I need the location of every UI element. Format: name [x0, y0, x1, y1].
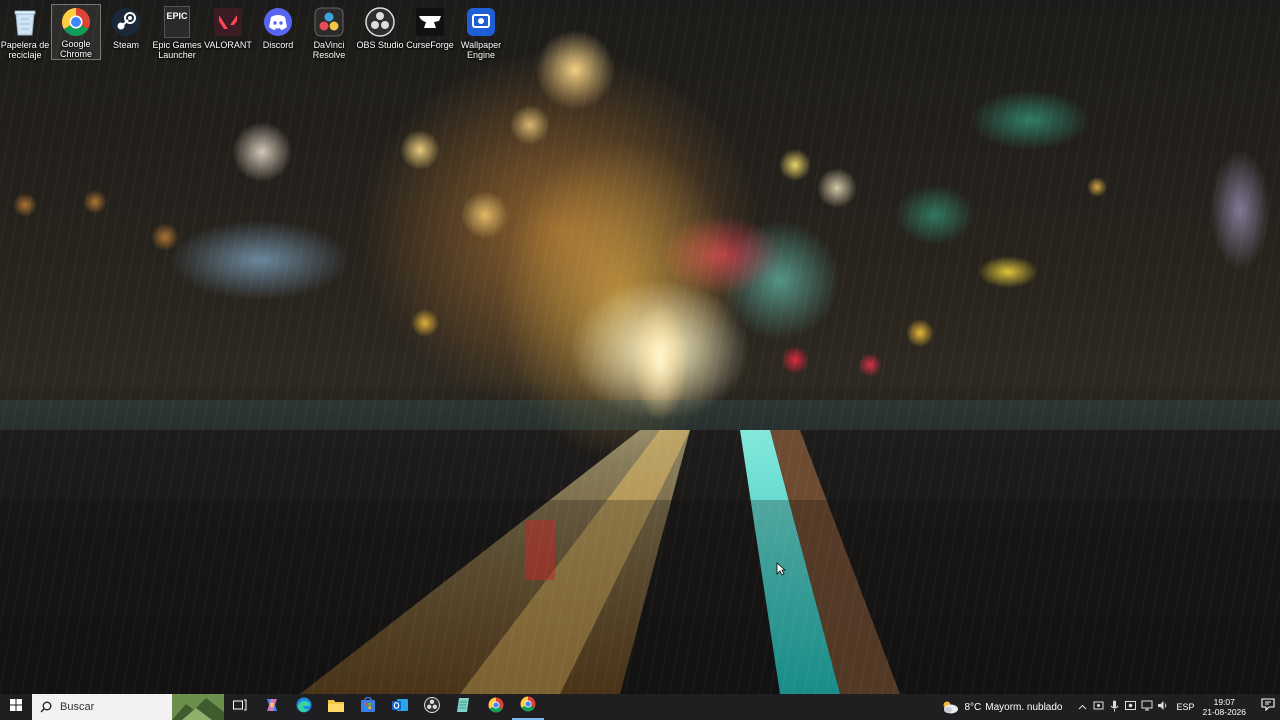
- tray-screen-button[interactable]: [1123, 694, 1139, 720]
- edge-icon: [296, 697, 312, 718]
- desktop-icon-steam[interactable]: Steam: [101, 4, 151, 60]
- microsoft-store-button[interactable]: [352, 694, 384, 720]
- taskbar-search-box[interactable]: Buscar: [32, 694, 224, 720]
- desktop-icon-wallpaper-engine[interactable]: Wallpaper Engine: [456, 4, 506, 60]
- desktop-icon-davinci-resolve[interactable]: DaVinci Resolve: [304, 4, 354, 60]
- weather-widget[interactable]: 8°C Mayorm. nublado: [941, 700, 1063, 714]
- desktop-wallpaper: Papelera de reciclaje Google Chrome Stea…: [0, 0, 1280, 694]
- notification-icon: [1261, 698, 1275, 716]
- outlook-icon: [392, 697, 408, 718]
- microphone-button[interactable]: [1107, 694, 1123, 720]
- weather-cloud-icon: [941, 700, 959, 714]
- system-tray: 8°C Mayorm. nublado ESP 19:07 21-08-2026: [941, 694, 1280, 720]
- epic-games-icon: EPIC: [161, 6, 193, 38]
- desktop-icon-label: DaVinci Resolve: [312, 40, 346, 60]
- volume-icon: [1157, 700, 1169, 714]
- desktop-icon-label: CurseForge: [406, 40, 454, 50]
- outlook-button[interactable]: [384, 694, 416, 720]
- notepad-icon: [457, 697, 471, 718]
- task-view-icon: [233, 698, 247, 716]
- taskbar: Buscar 8°C Mayorm. nublado ESP 19:07 21-…: [0, 694, 1280, 720]
- chrome-icon: [520, 696, 536, 717]
- copilot-button[interactable]: [256, 694, 288, 720]
- wallpaper-engine-icon: [465, 6, 497, 38]
- desktop-icon-label: Papelera de reciclaje: [0, 40, 50, 60]
- tray-app-icon: [1093, 700, 1104, 714]
- steam-icon: [110, 6, 142, 38]
- file-explorer-button[interactable]: [320, 694, 352, 720]
- screen-capture-icon: [1125, 700, 1136, 714]
- desktop-icon-google-chrome[interactable]: Google Chrome: [51, 4, 101, 60]
- microphone-icon: [1110, 700, 1119, 715]
- desktop-icon-obs-studio[interactable]: OBS Studio: [355, 4, 405, 60]
- network-icon: [1141, 700, 1153, 714]
- discord-icon: [262, 6, 294, 38]
- wallpaper-road-reflections: [0, 300, 1280, 694]
- chevron-up-icon: [1078, 702, 1087, 713]
- desktop-icon-label: Steam: [112, 40, 139, 50]
- mouse-cursor-icon: [776, 562, 787, 581]
- desktop-icon-label: Wallpaper Engine: [460, 40, 502, 60]
- desktop-icon-label: OBS Studio: [356, 40, 404, 50]
- desktop-icon-recycle-bin[interactable]: Papelera de reciclaje: [0, 4, 50, 60]
- task-view-button[interactable]: [224, 694, 256, 720]
- desktop-icon-label: Discord: [262, 40, 294, 50]
- copilot-icon: [264, 697, 280, 718]
- file-explorer-icon: [328, 698, 344, 717]
- search-placeholder: Buscar: [60, 701, 95, 713]
- obs-studio-taskbar-button[interactable]: [416, 694, 448, 720]
- desktop-icon-valorant[interactable]: VALORANT: [203, 4, 253, 60]
- chrome-icon: [488, 697, 504, 718]
- desktop-icon-label: VALORANT: [204, 40, 252, 50]
- desktop-icon-label: Google Chrome: [59, 39, 92, 59]
- search-highlight-image: [172, 694, 224, 720]
- network-button[interactable]: [1139, 694, 1155, 720]
- obs-studio-icon: [424, 696, 440, 718]
- microsoft-store-icon: [360, 696, 376, 718]
- windows-start-icon: [10, 698, 22, 716]
- language-indicator[interactable]: ESP: [1177, 702, 1195, 712]
- notifications-button[interactable]: [1256, 694, 1280, 720]
- clock-date: 21-08-2026: [1202, 707, 1246, 717]
- volume-button[interactable]: [1155, 694, 1171, 720]
- recycle-bin-icon: [9, 6, 41, 38]
- desktop-icon-discord[interactable]: Discord: [253, 4, 303, 60]
- chrome-icon: [60, 7, 92, 37]
- chrome-taskbar-button-2[interactable]: [512, 694, 544, 720]
- epic-logo-text: EPIC: [166, 11, 188, 21]
- show-hidden-icons-button[interactable]: [1075, 694, 1091, 720]
- davinci-resolve-icon: [313, 6, 345, 38]
- weather-temperature: 8°C: [964, 701, 982, 713]
- clock[interactable]: 19:07 21-08-2026: [1203, 697, 1246, 717]
- clock-time: 19:07: [1213, 697, 1235, 707]
- curseforge-icon: [414, 6, 446, 38]
- desktop-icon-epic-games[interactable]: EPIC Epic Games Launcher: [152, 4, 202, 60]
- tray-app-button[interactable]: [1091, 694, 1107, 720]
- obs-studio-icon: [364, 6, 396, 38]
- weather-condition: Mayorm. nublado: [985, 701, 1063, 713]
- search-icon: [40, 701, 52, 713]
- valorant-icon: [212, 6, 244, 38]
- wallpaper-rain-streaks: [0, 0, 1280, 694]
- chrome-taskbar-button[interactable]: [480, 694, 512, 720]
- start-button[interactable]: [0, 694, 32, 720]
- notepad-button[interactable]: [448, 694, 480, 720]
- desktop-icon-curseforge[interactable]: CurseForge: [405, 4, 455, 60]
- edge-button[interactable]: [288, 694, 320, 720]
- desktop-icon-label: Epic Games Launcher: [152, 40, 202, 60]
